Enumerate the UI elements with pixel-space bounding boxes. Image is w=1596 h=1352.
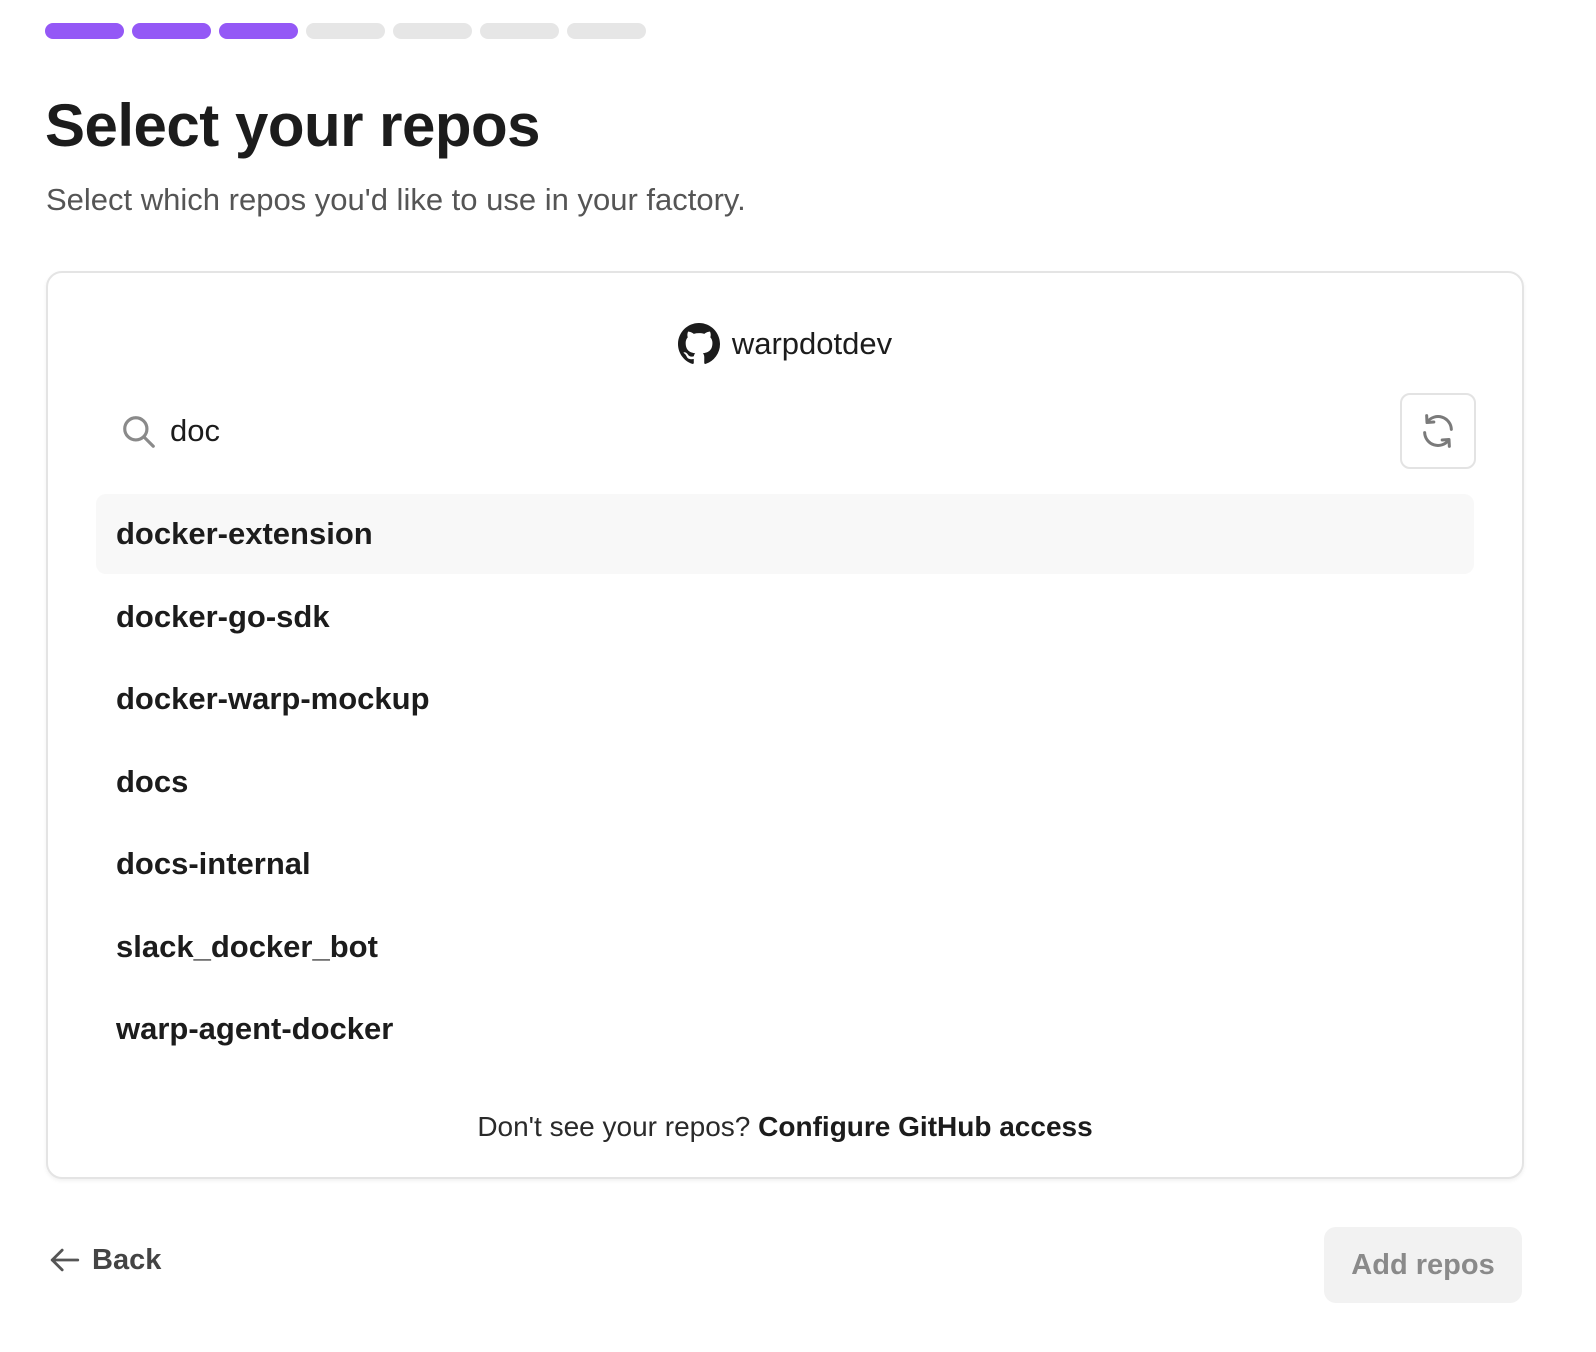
progress-step	[306, 23, 385, 39]
page-subtitle: Select which repos you'd like to use in …	[46, 182, 746, 217]
progress-step	[480, 23, 559, 39]
search-row	[120, 393, 1476, 469]
repo-item[interactable]: docker-go-sdk	[96, 577, 1474, 657]
repo-item[interactable]: docs-internal	[96, 824, 1474, 904]
progress-step	[45, 23, 124, 39]
repo-item[interactable]: docker-warp-mockup	[96, 659, 1474, 739]
progress-step	[567, 23, 646, 39]
page: Select your repos Select which repos you…	[0, 0, 1596, 1352]
org-header: warpdotdev	[48, 323, 1522, 365]
repo-item[interactable]: docker-extension	[96, 494, 1474, 574]
footer-note: Don't see your repos? Configure GitHub a…	[48, 1109, 1522, 1145]
back-label: Back	[92, 1243, 162, 1276]
github-icon	[677, 323, 720, 364]
progress-step	[219, 23, 298, 39]
repo-item[interactable]: docs	[96, 742, 1474, 822]
repo-item[interactable]: warp-agent-docker	[96, 989, 1474, 1069]
search-input[interactable]	[170, 403, 1370, 459]
configure-github-link[interactable]: Configure GitHub access	[758, 1111, 1093, 1142]
footer-text: Don't see your repos?	[477, 1111, 751, 1142]
search-icon	[123, 416, 155, 448]
page-title: Select your repos	[45, 92, 541, 159]
repo-list: docker-extension docker-go-sdk docker-wa…	[96, 494, 1474, 1072]
back-button[interactable]: Back	[48, 1243, 161, 1277]
repo-item[interactable]: slack_docker_bot	[96, 907, 1474, 987]
progress-step	[132, 23, 211, 39]
refresh-button[interactable]	[1400, 393, 1476, 469]
arrow-left-icon	[50, 1248, 80, 1272]
progress-step	[393, 23, 472, 39]
progress-steps	[45, 23, 646, 39]
repo-selector-card: warpdotdev docker-extension docker-go-sd…	[46, 271, 1524, 1179]
add-repos-button[interactable]: Add repos	[1324, 1227, 1522, 1303]
refresh-icon	[1423, 414, 1453, 448]
org-name: warpdotdev	[731, 326, 893, 361]
